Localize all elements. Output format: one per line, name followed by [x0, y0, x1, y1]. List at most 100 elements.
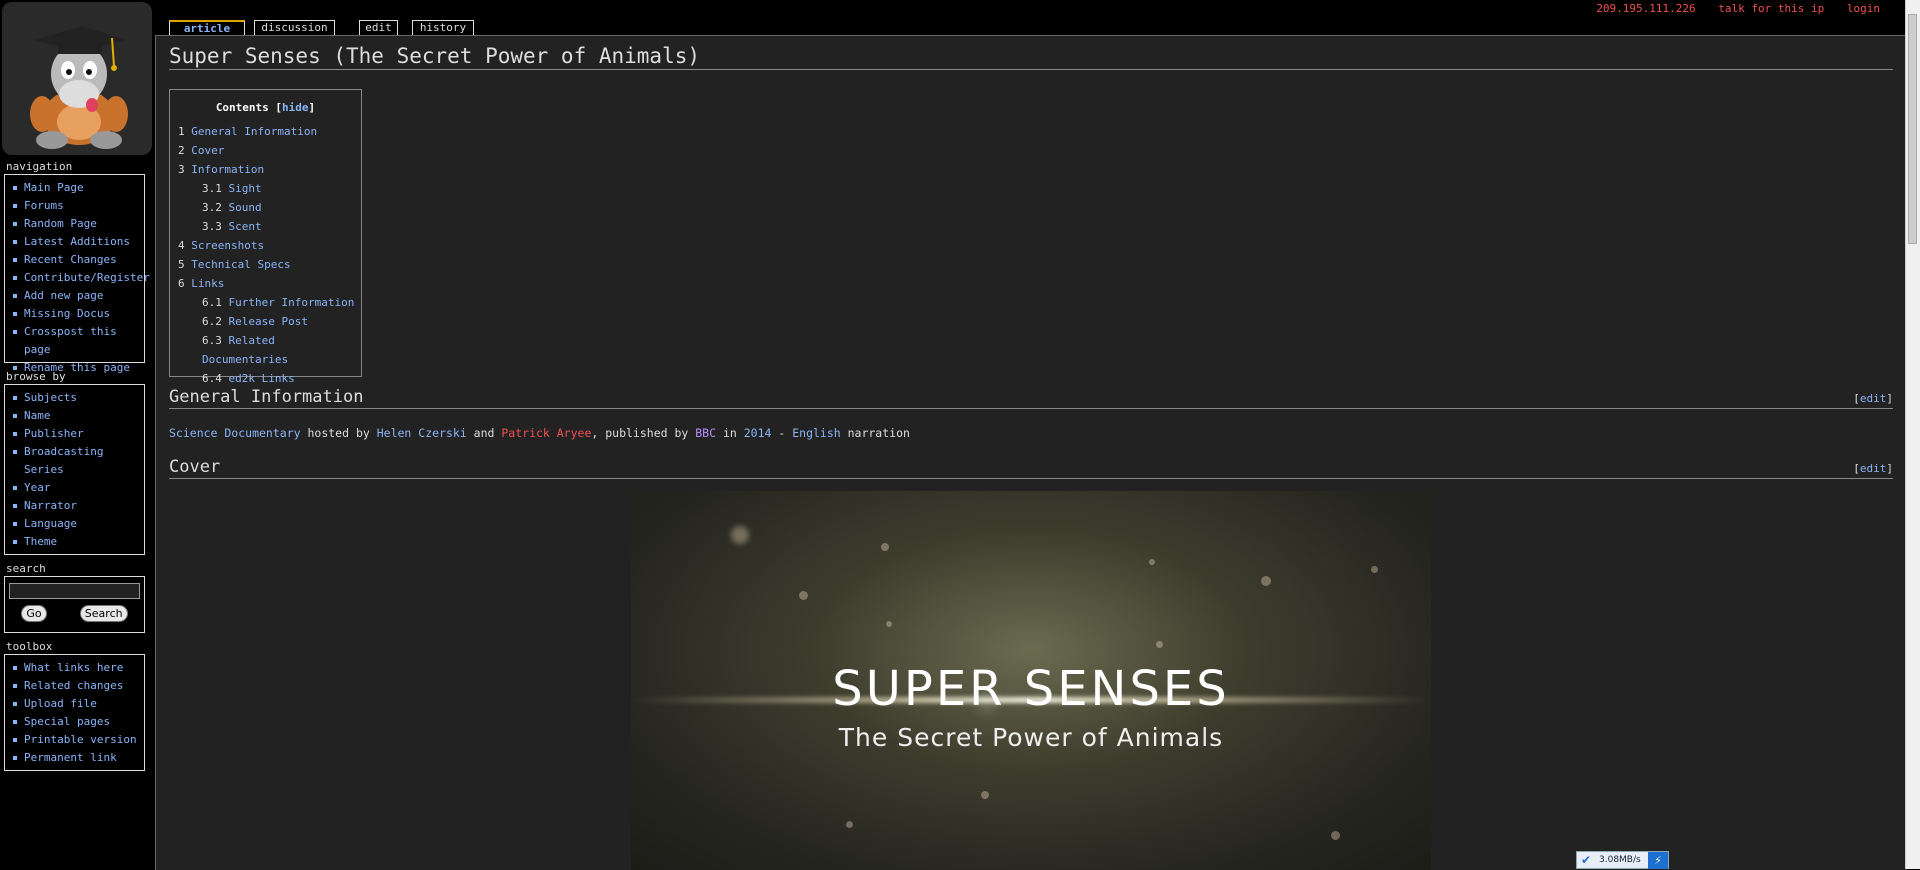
toolbox-item-label: Special pages: [24, 715, 111, 728]
toolbox-item[interactable]: Printable version: [11, 731, 144, 749]
nav-item-label: Forums: [24, 199, 64, 212]
browse-item[interactable]: Series: [11, 461, 144, 479]
ip-link[interactable]: 209.195.111.226: [1596, 2, 1695, 15]
genre-link[interactable]: Science Documentary: [169, 426, 301, 440]
section-heading: General Information: [169, 387, 364, 407]
toc-link[interactable]: Links: [191, 277, 224, 290]
toolbox-item-label: Printable version: [24, 733, 137, 746]
toc-item[interactable]: 3 Information: [178, 160, 361, 179]
toc-hide-link[interactable]: hide: [282, 101, 309, 114]
toolbox-item[interactable]: Special pages: [11, 713, 144, 731]
vertical-scrollbar[interactable]: [1905, 0, 1920, 869]
toolbox-item[interactable]: Related changes: [11, 677, 144, 695]
toolbox-item-label: Permanent link: [24, 751, 117, 764]
bullet-icon: [13, 720, 17, 724]
browse-item[interactable]: Broadcasting: [11, 443, 144, 461]
scroll-thumb[interactable]: [1908, 14, 1917, 244]
toc-link[interactable]: Technical Specs: [191, 258, 290, 271]
toc-item[interactable]: 2 Cover: [178, 141, 361, 160]
toc-number: 4: [178, 239, 185, 252]
edit-section-link[interactable]: edit: [1860, 462, 1887, 475]
toc-item[interactable]: 4 Screenshots: [178, 236, 361, 255]
edit-section-link[interactable]: edit: [1860, 392, 1887, 405]
toolbox-item-label: What links here: [24, 661, 124, 674]
toc-number: 6: [178, 277, 185, 290]
download-speed-widget[interactable]: ✔ 3.08MB/s ⚡: [1576, 851, 1669, 869]
search-input[interactable]: [9, 583, 140, 599]
section-general-information: General Information [edit]: [169, 387, 1893, 409]
toc-item[interactable]: 6.4 ed2k Links: [178, 369, 361, 388]
nav-item[interactable]: Forums: [11, 197, 144, 215]
toolbox-item[interactable]: Permanent link: [11, 749, 144, 767]
bullet-icon: [13, 186, 17, 190]
browse-item[interactable]: Year: [11, 479, 144, 497]
bullet-icon: [13, 396, 17, 400]
toc-item[interactable]: 6 Links: [178, 274, 361, 293]
nav-item[interactable]: Crosspost this page: [11, 323, 144, 359]
toc-item[interactable]: 3.3 Scent: [178, 217, 361, 236]
browse-item[interactable]: Language: [11, 515, 144, 533]
toc-number: 1: [178, 125, 185, 138]
toc-item[interactable]: 6.2 Release Post: [178, 312, 361, 331]
nav-item[interactable]: Contribute/Register: [11, 269, 150, 287]
bokeh: [886, 621, 892, 627]
login-link[interactable]: login: [1847, 2, 1880, 15]
toc-link[interactable]: Scent: [229, 220, 262, 233]
browse-item-label: Broadcasting: [24, 445, 104, 458]
nav-item[interactable]: Latest Additions: [11, 233, 144, 251]
go-button[interactable]: Go: [21, 605, 47, 622]
toc-link[interactable]: Further Information: [229, 296, 355, 309]
toc-link[interactable]: Information: [191, 163, 264, 176]
site-logo[interactable]: [2, 2, 152, 155]
toolbox-item[interactable]: What links here: [11, 659, 144, 677]
toc-link[interactable]: General Information: [191, 125, 317, 138]
text: hosted by: [300, 426, 377, 440]
toolbox-item-label: Upload file: [24, 697, 97, 710]
toc-item[interactable]: 3.1 Sight: [178, 179, 361, 198]
nav-item[interactable]: Random Page: [11, 215, 144, 233]
toc-link[interactable]: Sight: [229, 182, 262, 195]
nav-item[interactable]: Add new page: [11, 287, 144, 305]
nav-item[interactable]: Missing Docus: [11, 305, 144, 323]
host-link[interactable]: Helen Czerski: [377, 426, 467, 440]
toc-link[interactable]: Screenshots: [191, 239, 264, 252]
talk-link[interactable]: talk for this ip: [1718, 2, 1824, 15]
host-link-missing[interactable]: Patrick Aryee: [501, 426, 591, 440]
year-link[interactable]: 2014: [744, 426, 772, 440]
language-link[interactable]: English: [792, 426, 840, 440]
browse-item[interactable]: Publisher: [11, 425, 144, 443]
toc-number: 6.3: [202, 334, 222, 347]
toc-link[interactable]: Release Post: [229, 315, 308, 328]
tab-discussion[interactable]: discussion: [254, 20, 335, 35]
browse-item[interactable]: Narrator: [11, 497, 144, 515]
toc-link[interactable]: ed2k Links: [229, 372, 295, 385]
toc-item[interactable]: 5 Technical Specs: [178, 255, 361, 274]
toc-number: 3.3: [202, 220, 222, 233]
search-button[interactable]: Search: [79, 605, 128, 622]
search-portlet: Go Search: [4, 576, 145, 633]
toc-item[interactable]: 1 General Information: [178, 122, 361, 141]
publisher-link[interactable]: BBC: [695, 426, 716, 440]
nav-item[interactable]: Recent Changes: [11, 251, 144, 269]
toolbox-item[interactable]: Upload file: [11, 695, 144, 713]
toc-item[interactable]: 6.3 Related Documentaries: [178, 331, 361, 369]
nav-item[interactable]: Main Page: [11, 179, 144, 197]
browse-item[interactable]: Name: [11, 407, 144, 425]
check-icon: ✔: [1581, 853, 1592, 867]
tab-article[interactable]: article: [169, 20, 245, 36]
toc-link[interactable]: Sound: [229, 201, 262, 214]
toc-number: 3: [178, 163, 185, 176]
browse-item[interactable]: Theme: [11, 533, 144, 551]
toc-link[interactable]: Cover: [191, 144, 224, 157]
bullet-icon: [13, 204, 17, 208]
browse-item[interactable]: Subjects: [11, 389, 144, 407]
toc-item[interactable]: 6.1 Further Information: [178, 293, 361, 312]
tab-history[interactable]: history: [412, 20, 474, 35]
browse-title: browse by: [6, 370, 66, 383]
cover-image[interactable]: SUPER SENSES The Secret Power of Animals: [631, 491, 1431, 870]
browse-item-label: Series: [24, 463, 64, 476]
bullet-icon: [13, 312, 17, 316]
table-of-contents: Contents [hide] 1 General Information 2 C…: [169, 89, 362, 385]
tab-edit[interactable]: edit: [359, 20, 398, 35]
toc-item[interactable]: 3.2 Sound: [178, 198, 361, 217]
